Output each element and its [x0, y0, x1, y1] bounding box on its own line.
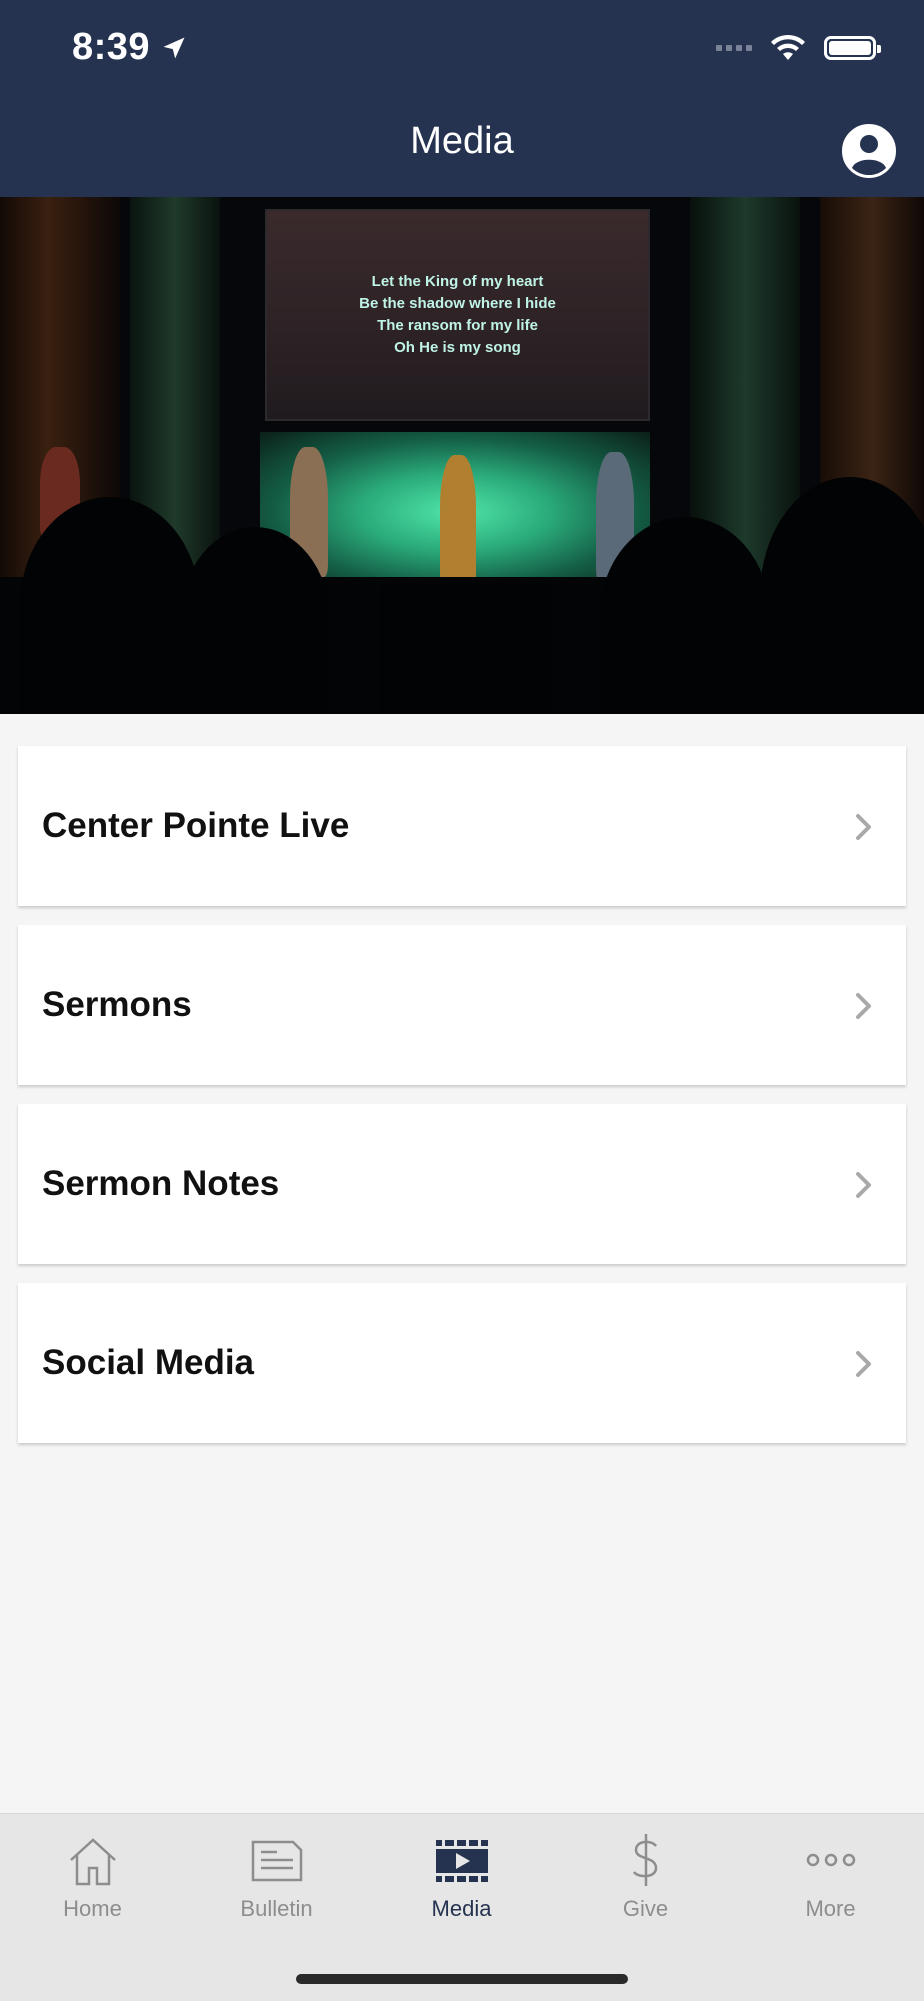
lyric-line: Be the shadow where I hide: [359, 295, 556, 312]
singer: [440, 455, 476, 585]
page-title: Media: [410, 120, 514, 162]
tab-home[interactable]: Home: [0, 1832, 185, 1922]
status-indicators: [716, 34, 881, 62]
top-bar: 8:39 Media: [0, 0, 924, 197]
media-icon: [435, 1840, 488, 1882]
menu-item-sermons[interactable]: Sermons: [18, 925, 906, 1085]
tab-label: Media: [431, 1896, 492, 1921]
hero-image: Let the King of my heart Be the shadow w…: [0, 197, 924, 714]
tab-bar: Home Bulletin Media Give More: [0, 1813, 924, 2001]
stage-monitor: [380, 585, 550, 714]
screen-lyrics: Let the King of my heart Be the shadow w…: [267, 271, 648, 359]
cellular-signal-icon: [716, 45, 752, 51]
chevron-right-icon: [856, 814, 871, 840]
battery-icon: [824, 36, 881, 60]
menu-item-label: Social Media: [42, 1343, 255, 1382]
audience-silhouette: [20, 497, 200, 714]
lyric-line: Oh He is my song: [394, 339, 521, 356]
audience-silhouette: [180, 527, 330, 714]
more-icon: [806, 1853, 855, 1867]
location-arrow-icon: [163, 37, 185, 58]
menu-item-label: Sermon Notes: [42, 1164, 280, 1203]
status-time-text: 8:39: [72, 26, 151, 68]
menu-item-center-pointe-live[interactable]: Center Pointe Live: [18, 746, 906, 906]
dollar-icon: [632, 1834, 657, 1886]
tab-media[interactable]: Media: [369, 1832, 554, 1922]
tab-more[interactable]: More: [738, 1832, 923, 1922]
profile-icon[interactable]: [842, 124, 896, 178]
media-menu: Center Pointe Live Sermons Sermon Notes …: [18, 746, 906, 1462]
chevron-right-icon: [856, 993, 871, 1019]
lyric-line: The ransom for my life: [377, 317, 538, 334]
tab-label: More: [805, 1896, 856, 1921]
menu-item-label: Sermons: [42, 985, 192, 1024]
tab-label: Give: [622, 1896, 669, 1921]
tab-bulletin[interactable]: Bulletin: [184, 1832, 369, 1922]
wifi-icon: [771, 34, 805, 60]
audience-silhouette: [600, 517, 770, 714]
menu-item-label: Center Pointe Live: [42, 806, 350, 845]
tab-label: Home: [63, 1896, 122, 1921]
home-indicator[interactable]: [296, 1974, 628, 1984]
chevron-right-icon: [856, 1172, 871, 1198]
status-time: 8:39: [72, 26, 188, 69]
menu-item-sermon-notes[interactable]: Sermon Notes: [18, 1104, 906, 1264]
lyric-line: Let the King of my heart: [371, 273, 544, 290]
chevron-right-icon: [856, 1351, 871, 1377]
audience-silhouette: [760, 477, 924, 714]
bulletin-icon: [251, 1840, 302, 1882]
menu-item-social-media[interactable]: Social Media: [18, 1283, 906, 1443]
tab-label: Bulletin: [240, 1896, 313, 1921]
projection-screen: Let the King of my heart Be the shadow w…: [265, 209, 650, 421]
home-icon: [69, 1838, 116, 1886]
tab-give[interactable]: Give: [553, 1832, 738, 1922]
